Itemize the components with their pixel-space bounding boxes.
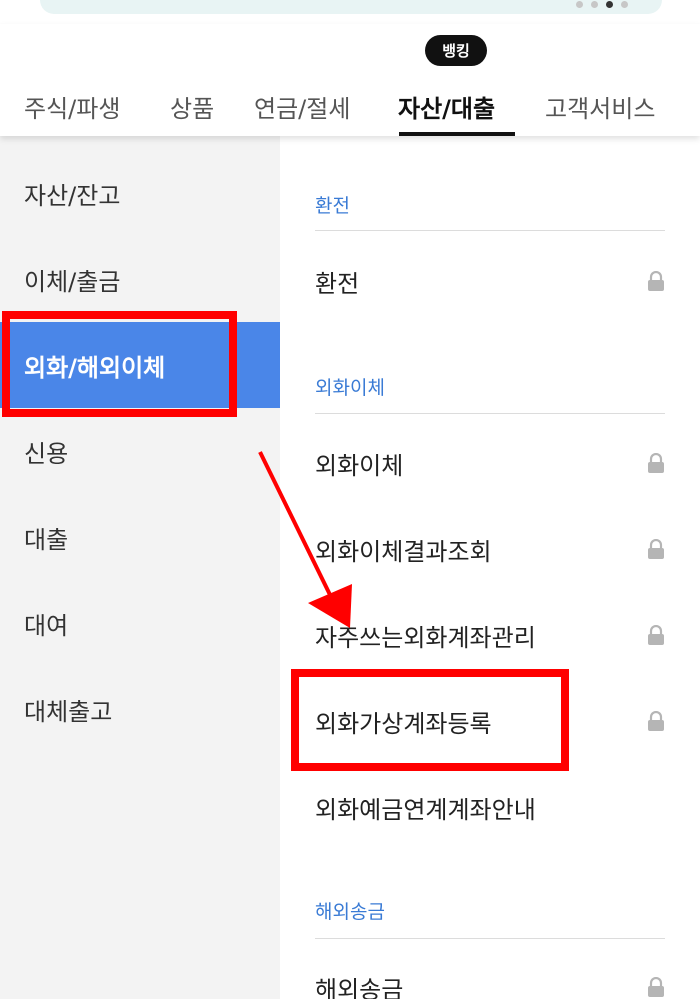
- section-divider: [315, 413, 665, 414]
- sidebar-item-foreign-currency-transfer[interactable]: 외화/해외이체: [0, 322, 280, 408]
- menu-item-fx-transfer[interactable]: 외화이체: [315, 438, 665, 488]
- sidebar-item-transfer-withdraw[interactable]: 이체/출금: [0, 236, 280, 322]
- section-title-overseas-remittance: 해외송금: [315, 901, 385, 923]
- lock-icon: [648, 271, 664, 291]
- active-tab-indicator: [399, 132, 515, 136]
- lock-icon: [648, 625, 664, 645]
- lock-icon: [648, 977, 664, 997]
- section-divider: [315, 938, 665, 939]
- menu-item-label: 외화예금연계계좌안내: [315, 795, 536, 824]
- menu-item-fx-deposit-linked-account-info[interactable]: 외화예금연계계좌안내: [315, 782, 665, 832]
- section-title-fx-transfer: 외화이체: [315, 377, 385, 399]
- tab-pension-tax[interactable]: 연금/절세: [254, 89, 350, 124]
- menu-item-fx-virtual-account-register[interactable]: 외화가상계좌등록: [315, 696, 665, 746]
- menu-item-label: 외화이체결과조회: [315, 537, 492, 566]
- carousel-indicator: [576, 1, 628, 8]
- menu-item-overseas-remittance[interactable]: 해외송금: [315, 962, 665, 999]
- carousel-dot: [621, 1, 628, 8]
- carousel-dot: [576, 1, 583, 8]
- category-tab-bar: 주식/파생 상품 연금/절세 자산/대출 고객서비스 뱅킹: [0, 24, 700, 136]
- section-title-exchange: 환전: [315, 195, 350, 217]
- banking-badge: 뱅킹: [425, 35, 487, 66]
- lock-icon: [648, 453, 664, 473]
- sidebar-item-lending[interactable]: 대여: [0, 580, 280, 666]
- sidebar-item-credit[interactable]: 신용: [0, 408, 280, 494]
- menu-item-label: 환전: [315, 269, 360, 298]
- carousel-dot: [591, 1, 598, 8]
- tab-stocks-derivatives[interactable]: 주식/파생: [24, 89, 120, 124]
- carousel-dot-active: [606, 1, 613, 8]
- section-divider: [315, 230, 665, 231]
- tab-customer-service[interactable]: 고객서비스: [545, 89, 655, 124]
- menu-item-frequent-fx-accounts[interactable]: 자주쓰는외화계좌관리: [315, 610, 665, 660]
- menu-item-exchange[interactable]: 환전: [315, 256, 665, 306]
- lock-icon: [648, 539, 664, 559]
- sidebar-item-assets-balance[interactable]: 자산/잔고: [0, 150, 280, 236]
- sidebar: 자산/잔고 이체/출금 외화/해외이체 신용 대출 대여 대체출고: [0, 136, 280, 999]
- menu-item-label: 해외송금: [315, 975, 404, 999]
- sidebar-item-loan[interactable]: 대출: [0, 494, 280, 580]
- menu-item-fx-transfer-result[interactable]: 외화이체결과조회: [315, 524, 665, 574]
- tab-products[interactable]: 상품: [170, 89, 214, 124]
- submenu-panel: 환전 환전 외화이체 외화이체 외화이체결과조회 자주쓰는외화계좌관리 외화가상…: [280, 136, 700, 999]
- lock-icon: [648, 711, 664, 731]
- tab-assets-loans[interactable]: 자산/대출: [398, 89, 495, 124]
- sidebar-item-transfer-out[interactable]: 대체출고: [0, 666, 280, 752]
- menu-item-label: 외화가상계좌등록: [315, 709, 492, 738]
- menu-item-label: 자주쓰는외화계좌관리: [315, 623, 536, 652]
- menu-item-label: 외화이체: [315, 451, 404, 480]
- top-banner[interactable]: [40, 0, 662, 14]
